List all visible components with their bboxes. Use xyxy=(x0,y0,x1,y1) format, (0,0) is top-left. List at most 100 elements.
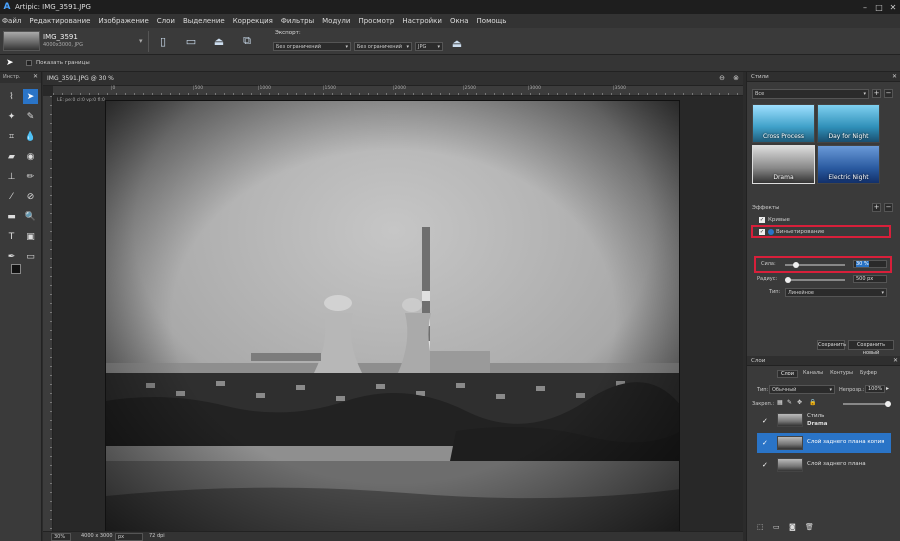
menu-plugins[interactable]: Модули xyxy=(318,17,354,25)
layer-row-selected[interactable]: ✓ Слой заднего плана копия xyxy=(757,433,891,453)
menu-image[interactable]: Изображение xyxy=(94,17,152,25)
export-format-select[interactable]: JPG ▾ xyxy=(415,42,443,51)
vignette-type-select[interactable]: Линейное ▾ xyxy=(785,288,887,297)
close-icon[interactable]: ✕ xyxy=(33,72,38,82)
trash-icon[interactable]: 🗑 xyxy=(805,523,814,531)
unit-select[interactable]: px xyxy=(115,533,143,541)
styles-filter-select[interactable]: Все ▾ xyxy=(752,89,869,99)
visibility-check-icon[interactable]: ✓ xyxy=(762,439,768,447)
maximize-icon[interactable]: □ xyxy=(872,0,886,14)
lock-paint-icon[interactable]: ✎ xyxy=(787,399,792,406)
file-thumbnail[interactable] xyxy=(3,31,40,51)
visibility-check-icon[interactable]: ✓ xyxy=(762,417,768,425)
close-icon[interactable]: ⊗ xyxy=(733,74,739,82)
save-new-style-button[interactable]: Сохранить новый xyxy=(848,340,894,356)
add-effect-button[interactable]: + xyxy=(872,203,881,212)
export-label: Экспорт: xyxy=(275,30,301,36)
visibility-check-icon[interactable]: ✓ xyxy=(762,461,768,469)
layer-fill-slider[interactable] xyxy=(843,403,887,405)
brush-icon[interactable]: ✎ xyxy=(23,109,38,124)
layer-fill-slider-handle[interactable] xyxy=(885,401,891,407)
opacity-input[interactable]: 100% xyxy=(865,385,885,393)
menu-view[interactable]: Просмотр xyxy=(354,17,398,25)
rectangle-tool-icon[interactable]: ▭ xyxy=(23,249,38,264)
minimize-icon[interactable]: – xyxy=(858,0,872,14)
drop-icon[interactable]: 💧 xyxy=(23,129,38,144)
radius-slider-handle[interactable] xyxy=(785,277,791,283)
style-preset-cross-process[interactable]: Cross Process xyxy=(752,104,815,143)
close-icon[interactable]: ✕ xyxy=(886,0,900,14)
shape-tool-icon[interactable]: ▣ xyxy=(23,229,38,244)
export-constraint-select-1[interactable]: Без ограничений ▾ xyxy=(273,42,351,51)
save-style-button[interactable]: Сохранить xyxy=(817,340,846,350)
close-icon[interactable]: ✕ xyxy=(892,72,897,82)
chevron-down-icon[interactable]: ▾ xyxy=(139,37,143,45)
export-constraint-select-2[interactable]: Без ограничений ▾ xyxy=(354,42,412,51)
add-style-button[interactable]: + xyxy=(872,89,881,98)
style-preset-drama[interactable]: Drama xyxy=(752,145,815,184)
layer-mask-icon[interactable]: ▭ xyxy=(773,523,780,531)
tab-restore-icon[interactable]: ⊖ xyxy=(719,74,725,82)
menu-filters[interactable]: Фильтры xyxy=(277,17,318,25)
lock-icon[interactable]: 🔒 xyxy=(809,399,816,406)
layer-row[interactable]: ✓ Слой заднего плана xyxy=(757,455,891,475)
style-preset-electric-night[interactable]: Electric Night xyxy=(817,145,880,184)
eyedropper-icon[interactable]: ⁄ xyxy=(4,189,19,204)
remove-effect-button[interactable]: − xyxy=(884,203,893,212)
tab-clipboard[interactable]: Буфер xyxy=(858,370,879,378)
lock-transparency-icon[interactable]: ▦ xyxy=(777,399,783,406)
text-tool-icon[interactable]: T xyxy=(4,229,19,244)
menu-adjust[interactable]: Коррекция xyxy=(229,17,277,25)
opacity-label: Непрозр.: xyxy=(839,387,865,393)
remove-style-button[interactable]: − xyxy=(884,89,893,98)
effect-checkbox[interactable]: ✓ xyxy=(759,228,765,235)
pen-tool-icon[interactable]: ✒ xyxy=(4,249,19,264)
eraser-icon[interactable]: ▰ xyxy=(4,149,19,164)
show-borders-checkbox[interactable] xyxy=(26,60,32,66)
pencil-icon[interactable]: ✏ xyxy=(23,169,38,184)
fill-icon[interactable]: ▬ xyxy=(4,209,19,224)
new-document-icon[interactable]: ▯ xyxy=(154,32,172,50)
style-preset-day-for-night[interactable]: Day for Night xyxy=(817,104,880,143)
image-canvas[interactable] xyxy=(105,100,680,532)
radius-input[interactable]: 500 px xyxy=(853,275,887,283)
layer-row[interactable]: ✓ Стиль Drama xyxy=(757,411,891,431)
crop-icon[interactable]: ⌗ xyxy=(4,129,19,144)
document-tab[interactable]: IMG_3591.JPG @ 30 % ⊖ ⊗ xyxy=(43,72,743,86)
new-layer-icon[interactable]: ⬚ xyxy=(757,523,764,531)
menu-help[interactable]: Помощь xyxy=(473,17,511,25)
move-tool-icon[interactable]: ➤ xyxy=(23,89,38,104)
tab-layers[interactable]: Слои xyxy=(777,370,798,378)
menu-edit[interactable]: Редактирование xyxy=(25,17,94,25)
strength-input[interactable]: 30 % xyxy=(853,260,887,268)
menu-select[interactable]: Выделение xyxy=(179,17,229,25)
close-icon[interactable]: ✕ xyxy=(893,356,898,366)
lock-move-icon[interactable]: ✥ xyxy=(797,399,802,406)
foreground-color-swatch[interactable] xyxy=(11,264,21,274)
export-icon[interactable]: ⧉ xyxy=(238,32,256,50)
tab-channels[interactable]: Каналы xyxy=(801,370,825,378)
radius-slider[interactable] xyxy=(785,279,845,281)
tab-paths[interactable]: Контуры xyxy=(828,370,855,378)
duplicate-layer-icon[interactable]: ◙ xyxy=(789,523,796,531)
save-icon[interactable]: ⏏ xyxy=(210,32,228,50)
blend-mode-select[interactable]: Обычный ▾ xyxy=(769,385,835,394)
export-run-icon[interactable]: ⏏ xyxy=(448,34,466,52)
opacity-arrow-icon[interactable]: ▸ xyxy=(886,385,889,392)
open-folder-icon[interactable]: ▭ xyxy=(182,32,200,50)
menu-file[interactable]: Файл xyxy=(2,17,25,25)
blur-icon[interactable]: ◉ xyxy=(23,149,38,164)
menu-settings[interactable]: Настройки xyxy=(398,17,446,25)
lasso-tool-icon[interactable]: ⌇ xyxy=(4,89,19,104)
effect-checkbox[interactable]: ✓ xyxy=(759,216,765,223)
magic-wand-icon[interactable]: ✦ xyxy=(4,109,19,124)
effect-row-vignette[interactable]: ✓ Виньетирование xyxy=(751,225,891,238)
menu-windows[interactable]: Окна xyxy=(446,17,473,25)
color-picker-icon[interactable]: ⊘ xyxy=(23,189,38,204)
zoom-icon[interactable]: 🔍 xyxy=(23,209,38,224)
menu-layers[interactable]: Слои xyxy=(153,17,179,25)
zoom-field[interactable]: 30% xyxy=(51,533,71,541)
stamp-icon[interactable]: ⊥ xyxy=(4,169,19,184)
strength-slider-handle[interactable] xyxy=(793,262,799,268)
app-logo-icon: A xyxy=(3,2,11,12)
